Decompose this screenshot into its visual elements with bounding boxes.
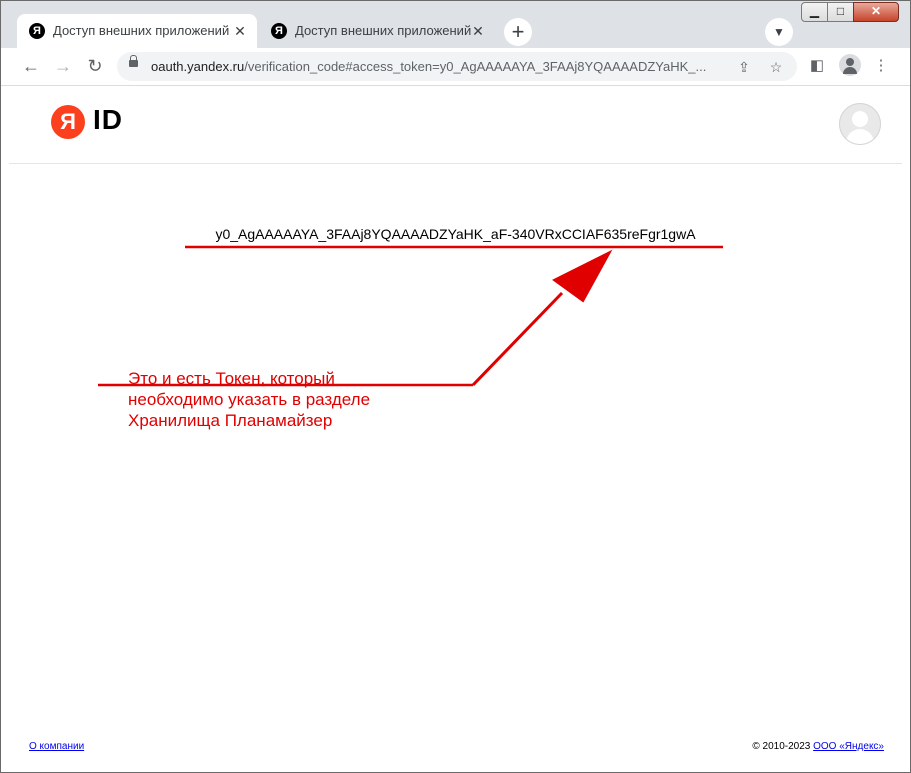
window-close-button[interactable]: ✕: [853, 2, 899, 22]
tab-title: Доступ внешних приложений: [295, 23, 472, 38]
tab-inactive[interactable]: Я Доступ внешних приложений ✕: [259, 14, 495, 48]
tab-close-icon[interactable]: ✕: [469, 22, 487, 40]
side-panel-icon[interactable]: ◧: [805, 54, 829, 78]
menu-dots-icon[interactable]: ⋮: [869, 54, 893, 78]
reload-icon[interactable]: ↻: [81, 52, 109, 80]
bookmark-star-icon[interactable]: ☆: [765, 56, 787, 78]
tab-title: Доступ внешних приложений: [53, 23, 230, 38]
about-company-link[interactable]: О компании: [29, 741, 84, 752]
annotation-line: необходимо указать в разделе: [128, 390, 371, 409]
tab-close-icon[interactable]: ✕: [231, 22, 249, 40]
arrow-shaft: [471, 291, 564, 387]
window-minimize-button[interactable]: ▁: [801, 2, 828, 22]
tab-strip: Я Доступ внешних приложений ✕ Я Доступ в…: [1, 1, 910, 48]
yandex-favicon-icon: Я: [29, 23, 45, 39]
annotation-text: Это и есть Токен, который необходимо ука…: [128, 368, 370, 431]
yandex-favicon-icon: Я: [271, 23, 287, 39]
page-content: Я ID y0_AgAAAAAYA_3FAAj8YQAAAADZYaHK_aF-…: [9, 86, 902, 766]
forward-arrow-icon[interactable]: →: [49, 52, 77, 80]
browser-toolbar: ← → ↻ oauth.yandex.ru/verification_code#…: [1, 48, 910, 86]
share-icon[interactable]: ⇪: [733, 56, 755, 78]
lock-icon[interactable]: [129, 55, 138, 67]
new-tab-button[interactable]: +: [504, 18, 532, 46]
back-arrow-icon[interactable]: ←: [17, 52, 45, 80]
annotation-line: Хранилища Планамайзер: [128, 411, 333, 430]
url-text: oauth.yandex.ru/verification_code#access…: [151, 59, 707, 74]
annotation-line: Это и есть Токен, который: [128, 369, 335, 388]
tab-active[interactable]: Я Доступ внешних приложений ✕: [17, 14, 257, 48]
copyright: © 2010-2023 ООО «Яндекс»: [752, 741, 884, 752]
window-maximize-button[interactable]: □: [827, 2, 854, 22]
address-bar[interactable]: oauth.yandex.ru/verification_code#access…: [117, 52, 797, 81]
browser-window: Я Доступ внешних приложений ✕ Я Доступ в…: [0, 0, 911, 773]
tab-search-chevron-icon[interactable]: ▼: [765, 18, 793, 46]
profile-icon[interactable]: [839, 54, 861, 76]
company-link[interactable]: ООО «Яндекс»: [813, 741, 884, 752]
